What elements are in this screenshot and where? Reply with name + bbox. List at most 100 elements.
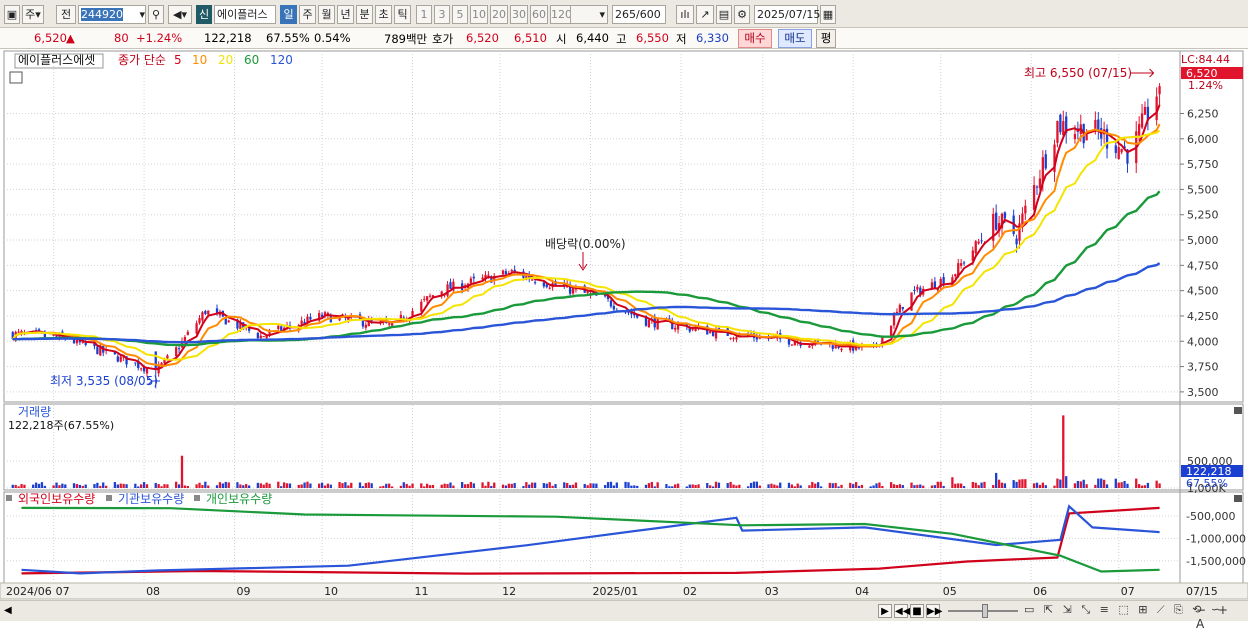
volume-bar (1015, 481, 1018, 488)
candle-body (145, 368, 149, 374)
volume-bar (971, 481, 974, 488)
candle-body (1117, 147, 1120, 160)
x-tick-label: 10 (324, 585, 338, 598)
candle-body (198, 318, 201, 324)
volume-bar (793, 486, 796, 488)
volume-bar (814, 483, 817, 488)
volume-bar (1056, 478, 1059, 488)
y-tick-label: 6,250 (1187, 107, 1219, 120)
chart-area[interactable]: 2024/06 07 08 09 10 11 12 2025/01 02 03 04 05 06 07 07… (0, 0, 1248, 600)
candle-body (420, 301, 423, 312)
volume-bar (104, 485, 108, 488)
volume-bar (571, 484, 575, 488)
volume-bar (198, 482, 201, 488)
volume-bar (922, 485, 925, 488)
x-tick-label: 07 (56, 585, 70, 598)
scroll-bar[interactable]: ◀ ▶ ◀◀ ■ ▶▶ ▭ ⇱ ⇲ ⤡ ≡ ⬚ ⊞ ⟋ ⎘ ⟲ ∽ − + A (0, 600, 1248, 631)
candle-body (166, 355, 169, 359)
candle-body (96, 346, 99, 355)
volume-bar (224, 481, 227, 488)
volume-bar (431, 484, 435, 488)
scroll-right-icon[interactable]: ▶ (878, 604, 892, 618)
vol-close-icon (1234, 407, 1242, 414)
zoom-controls-icons[interactable]: − + A (1196, 603, 1248, 631)
volume-bar (525, 482, 528, 488)
candle-body (808, 345, 811, 348)
volume-bar (245, 484, 248, 488)
candle-body (831, 345, 834, 349)
volume-bar (930, 485, 934, 488)
candle-body (729, 337, 732, 339)
volume-bar (297, 484, 300, 488)
volume-bar (175, 481, 178, 488)
volume-bar (586, 485, 589, 488)
candle-body (959, 263, 963, 266)
volume-bar (1053, 485, 1056, 488)
candle-body (364, 324, 367, 328)
candle-body (201, 312, 204, 321)
volume-bar (140, 484, 143, 488)
volume-bar (685, 486, 688, 488)
volume-bar (452, 485, 455, 488)
candle-body (674, 327, 677, 330)
scroll-left-icon[interactable]: ◀ (4, 605, 12, 616)
volume-bar (259, 483, 262, 488)
volume-bar (749, 482, 753, 488)
candle-body (262, 336, 265, 338)
volume-bar (1143, 485, 1147, 488)
candle-body (542, 282, 545, 287)
volume-bar (501, 484, 505, 488)
candle-body (428, 295, 432, 297)
volume-bar (957, 483, 960, 488)
volume-bar (204, 481, 207, 488)
volume-bar (531, 482, 534, 488)
volume-bar (265, 482, 268, 488)
volume-bar (548, 482, 551, 488)
volume-bar (910, 482, 913, 488)
ma-legend-120: 120 (270, 53, 293, 67)
volume-bar (583, 483, 586, 488)
volume-bar (603, 485, 607, 488)
volume-bar (338, 482, 341, 488)
volume-bar (34, 482, 38, 488)
volume-bar (367, 482, 370, 488)
volume-title: 거래량 (18, 405, 51, 419)
volume-bar (390, 486, 394, 488)
volume-bar (615, 482, 618, 488)
volume-bar (423, 486, 426, 488)
stop-icon[interactable]: ■ (910, 604, 924, 618)
candle-body (52, 334, 55, 336)
volume-bar (180, 455, 184, 488)
volume-bar (650, 481, 653, 488)
volume-bar (268, 483, 271, 488)
candle-body (1003, 212, 1007, 219)
volume-bar (834, 482, 837, 488)
volume-bar (916, 484, 919, 488)
price-panel (3, 50, 1244, 403)
candle-body (533, 282, 537, 284)
drawing-tools-icons[interactable]: ▭ ⇱ ⇲ ⤡ ≡ ⬚ ⊞ ⟋ ⎘ ⟲ ∽ (1024, 603, 1223, 617)
volume-bar (729, 481, 732, 488)
volume-bar (913, 485, 916, 488)
volume-bar (706, 483, 709, 488)
forward-icon[interactable]: ▶▶ (926, 604, 942, 618)
volume-bar (691, 484, 694, 488)
volume-bar (983, 481, 986, 488)
y-tick-label: 5,750 (1187, 158, 1219, 171)
volume-bar (326, 483, 330, 488)
volume-bar (379, 486, 382, 488)
volume-bar (247, 485, 251, 488)
x-tick-label: 04 (855, 585, 869, 598)
y-tick-label: 5,500 (1187, 183, 1219, 196)
last-pct-label: 1.24% (1188, 79, 1223, 92)
volume-bar (215, 485, 219, 488)
volume-bar (472, 483, 475, 488)
volume-bar (758, 485, 761, 488)
rewind-icon[interactable]: ◀◀ (894, 604, 910, 618)
candle-body (175, 347, 178, 357)
volume-bar (609, 481, 613, 488)
candle-body (1114, 145, 1117, 153)
zoom-handle[interactable] (982, 604, 988, 618)
volume-bar (542, 483, 545, 488)
volume-bar (262, 484, 265, 488)
